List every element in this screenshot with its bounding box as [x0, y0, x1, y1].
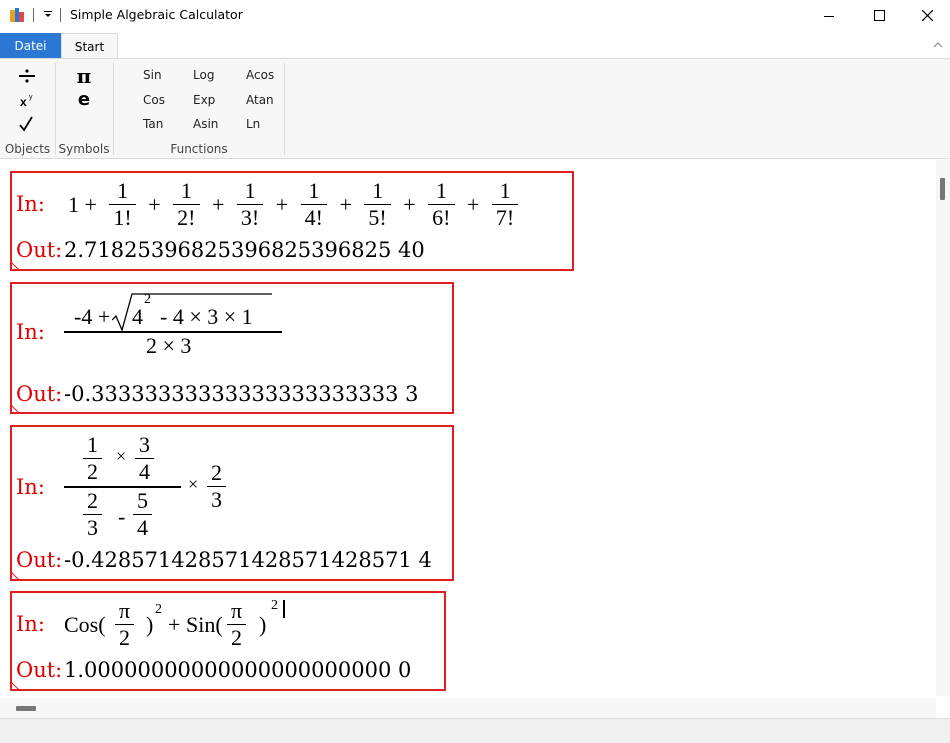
function-log[interactable]: Log	[193, 68, 214, 82]
function-sin[interactable]: Sin	[143, 68, 162, 82]
group-functions: Sin Cos Tan Log Exp Asin Acos Atan Ln Fu…	[114, 59, 284, 159]
output-value: 2.71825396825396825396825 40	[64, 238, 425, 262]
fraction: 1 5!	[364, 178, 391, 231]
pi-button[interactable]: π	[70, 63, 98, 89]
svg-text:x: x	[20, 95, 27, 109]
division-icon	[19, 69, 35, 83]
ribbon-panel: xy Objects π e Symbols Sin Cos Tan Log E…	[0, 58, 950, 159]
input-expression[interactable]: 1 + 1 1! + 1 2! + 1 3! + 1 4! + 1 5! + 1 6! + …	[64, 178, 521, 231]
minimize-icon	[824, 15, 834, 17]
maximize-button[interactable]	[856, 0, 902, 31]
collapse-ribbon-icon[interactable]	[932, 39, 944, 51]
output-value: -0.33333333333333333333333 3	[64, 382, 419, 406]
text-cursor	[283, 600, 285, 618]
status-bar	[0, 718, 950, 743]
fraction: π2	[227, 598, 247, 651]
output-value: -0.428571428571428571428571 4	[64, 548, 432, 572]
out-label: Out:	[16, 382, 63, 406]
group-label-functions: Functions	[170, 142, 228, 156]
fraction: 1 1!	[109, 178, 136, 231]
input-expression[interactable]: -4 + 4 2 - 4 × 3 × 1 2 × 3	[64, 292, 284, 362]
out-label: Out:	[16, 658, 63, 682]
close-icon	[921, 10, 933, 21]
group-label-symbols: Symbols	[58, 142, 110, 156]
horizontal-scrollbar[interactable]	[0, 698, 936, 718]
vertical-scrollbar[interactable]	[936, 160, 950, 696]
tab-file[interactable]: Datei	[0, 33, 61, 58]
fraction: 34	[135, 432, 154, 485]
function-asin[interactable]: Asin	[193, 117, 218, 131]
input-expression[interactable]: Cos( π2 ) 2 + Sin( π2 ) 2	[64, 598, 304, 658]
fraction: 1 3!	[236, 178, 264, 231]
vertical-scroll-thumb[interactable]	[940, 178, 945, 200]
ribbon-tabs: Datei Start	[0, 33, 950, 59]
title-bar: Simple Algebraic Calculator	[0, 0, 950, 31]
minimize-button[interactable]	[806, 0, 852, 31]
function-atan[interactable]: Atan	[246, 93, 274, 107]
function-acos[interactable]: Acos	[246, 68, 274, 82]
out-label: Out:	[16, 238, 63, 262]
e-button[interactable]: e	[70, 87, 98, 111]
out-label: Out:	[16, 548, 63, 572]
output-value: 1.00000000000000000000000 0	[64, 658, 412, 682]
power-button[interactable]: xy	[14, 89, 40, 111]
fraction: 1 2!	[173, 178, 200, 231]
expr-lead: 1 +	[68, 191, 97, 217]
horizontal-scroll-thumb[interactable]	[16, 706, 36, 711]
qat-separator	[33, 8, 34, 22]
in-label: In:	[16, 475, 45, 499]
close-button[interactable]	[904, 0, 950, 31]
fraction: 1 6!	[428, 178, 455, 231]
svg-text:y: y	[29, 94, 33, 101]
function-exp[interactable]: Exp	[193, 93, 215, 107]
power-icon: xy	[20, 94, 33, 109]
fraction: 23	[83, 488, 102, 541]
tab-start[interactable]: Start	[61, 33, 118, 59]
group-symbols: π e Symbols	[56, 59, 112, 159]
in-label: In:	[16, 320, 45, 344]
group-separator	[284, 63, 285, 155]
app-icon	[10, 8, 24, 22]
fraction: 1 7!	[491, 178, 519, 231]
fraction: 54	[133, 488, 152, 541]
fraction: 23	[207, 460, 226, 513]
cell-corner-mark	[10, 681, 20, 691]
fraction: 12	[83, 432, 102, 485]
in-label: In:	[16, 612, 45, 636]
document-area[interactable]: In: 1 + 1 1! + 1 2! + 1 3! + 1 4! + 1 5! + 16…	[0, 160, 936, 696]
in-label: In:	[16, 192, 45, 216]
qat-separator	[60, 8, 61, 22]
maximize-icon	[873, 10, 885, 21]
group-label-objects: Objects	[4, 142, 51, 156]
input-expression[interactable]: 12 × 34 23 - 54 × 23	[64, 432, 244, 542]
sqrt-button[interactable]	[14, 113, 40, 135]
sqrt-icon	[19, 116, 33, 132]
function-ln[interactable]: Ln	[246, 117, 260, 131]
cell-corner-mark	[10, 571, 20, 581]
fraction: 1 4!	[300, 178, 327, 231]
window-title: Simple Algebraic Calculator	[70, 7, 243, 22]
division-button[interactable]	[14, 65, 40, 87]
function-cos[interactable]: Cos	[143, 93, 165, 107]
group-objects: xy Objects	[0, 59, 55, 159]
fraction: π2	[115, 598, 135, 651]
function-tan[interactable]: Tan	[143, 117, 163, 131]
qat-dropdown-icon[interactable]	[42, 9, 54, 21]
